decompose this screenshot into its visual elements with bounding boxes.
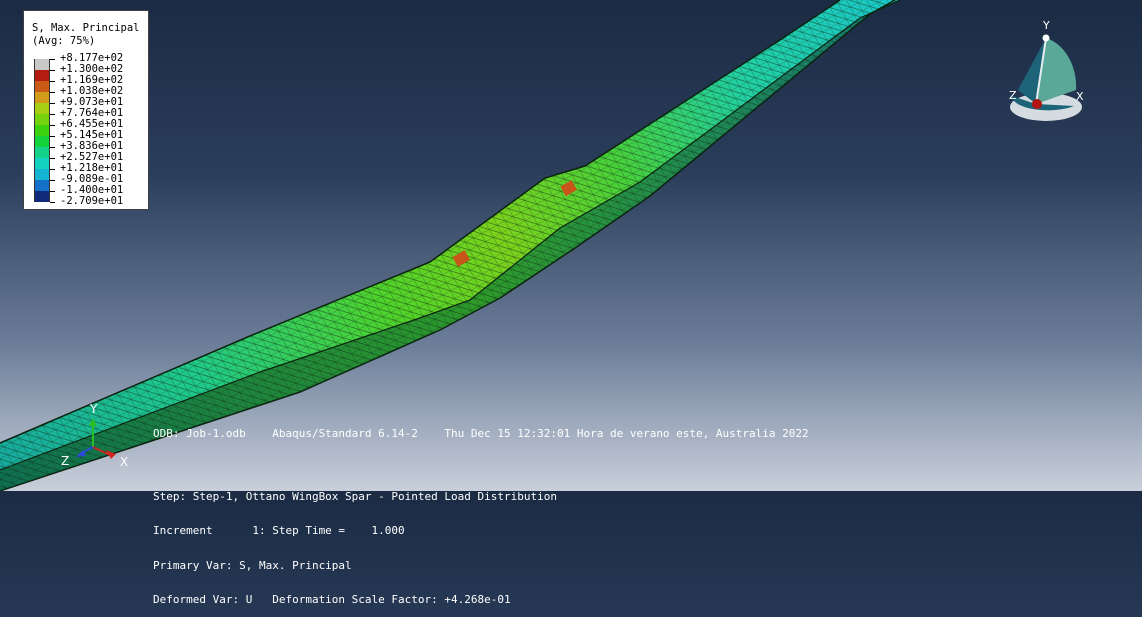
legend-tick <box>50 125 55 126</box>
legend-tick <box>50 169 55 170</box>
legend-tick <box>50 158 55 159</box>
legend-tick <box>50 70 55 71</box>
triad-origin <box>1032 99 1042 109</box>
view-triad[interactable] <box>1010 34 1082 122</box>
legend-tick <box>50 136 55 137</box>
legend-swatch <box>34 169 50 180</box>
legend-entry: -2.709e+01 <box>34 196 146 213</box>
legend-swatch <box>34 136 50 147</box>
axis-z-label: Z <box>61 454 70 468</box>
step-line: Step: Step-1, Ottano WingBox Spar - Poin… <box>153 489 557 503</box>
legend-title: S, Max. Principal (Avg: 75%) <box>32 22 139 48</box>
stress-legend: S, Max. Principal (Avg: 75%) +8.177e+02 +… <box>23 10 149 210</box>
axis-x-label: X <box>120 455 129 469</box>
legend-swatch <box>34 125 50 136</box>
legend-tick <box>50 191 55 192</box>
legend-swatch <box>34 103 50 114</box>
legend-swatch <box>34 158 50 169</box>
legend-tick <box>50 180 55 181</box>
legend-tick <box>50 202 55 203</box>
legend-tick <box>50 147 55 148</box>
legend-swatch <box>34 191 50 202</box>
legend-swatch <box>34 59 50 70</box>
deformed-var-line: Deformed Var: U Deformation Scale Factor… <box>153 593 511 606</box>
legend-tick <box>50 114 55 115</box>
triad-z-label: Z <box>1009 89 1017 102</box>
legend-title-line1: S, Max. Principal <box>32 22 140 34</box>
legend-value: -2.709e+01 <box>60 195 124 207</box>
legend-tick <box>50 92 55 93</box>
legend-title-line2: (Avg: 75%) <box>32 35 96 47</box>
increment-line: Increment 1: Step Time = 1.000 <box>153 524 405 537</box>
legend-swatch <box>34 70 50 81</box>
primary-var-line: Primary Var: S, Max. Principal <box>153 558 352 572</box>
triad-y-tip <box>1042 34 1050 42</box>
odb-line: ODB: Job-1.odb Abaqus/Standard 6.14-2 Th… <box>153 427 809 440</box>
model-info: ODB: Job-1.odb Abaqus/Standard 6.14-2 Th… <box>153 405 809 617</box>
legend-swatch <box>34 92 50 103</box>
legend-tick <box>50 81 55 82</box>
triad-y-label: Y <box>1043 19 1050 32</box>
legend-tick <box>50 59 55 60</box>
legend-swatch <box>34 147 50 158</box>
legend-swatch <box>34 114 50 125</box>
legend-tick <box>50 103 55 104</box>
legend-swatch <box>34 180 50 191</box>
triad-x-label: X <box>1076 90 1084 103</box>
axis-y-label: Y <box>90 402 98 416</box>
legend-swatch <box>34 81 50 92</box>
